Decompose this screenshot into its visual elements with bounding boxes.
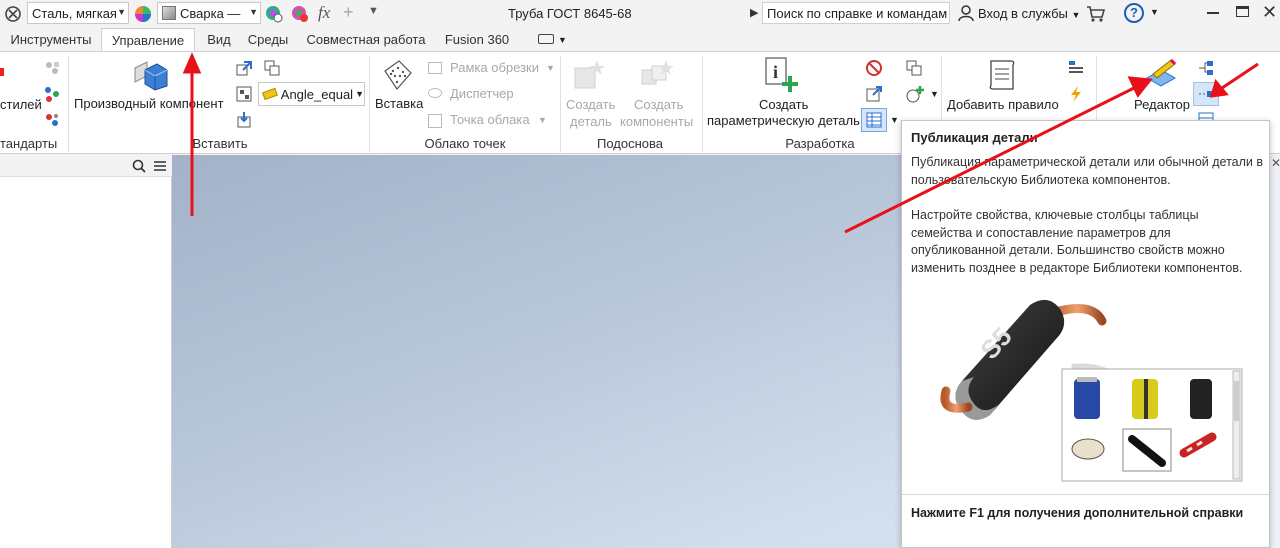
annotation-overlay [182,52,1259,234]
annotation-arrow-editor [844,85,1137,234]
annotation-arrowhead-tab [182,52,202,74]
annotation-arrowhead-publish [1209,78,1229,98]
annotation-arrow-publish [1221,62,1259,90]
annotation-arrowhead-editor [1127,76,1153,98]
